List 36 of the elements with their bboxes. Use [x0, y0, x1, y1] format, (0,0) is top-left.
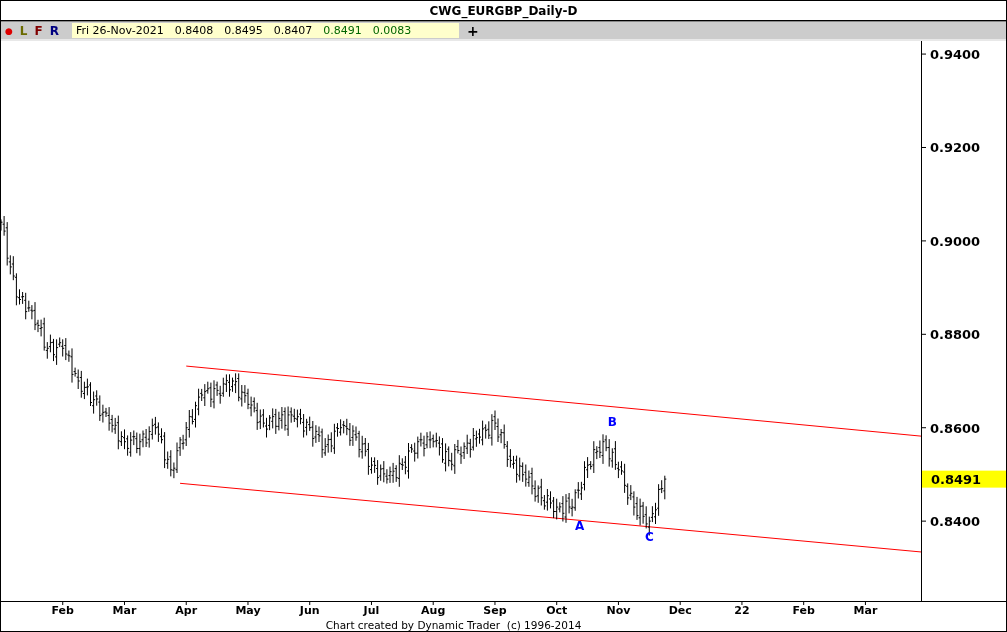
quote-value: 0.0083	[372, 24, 412, 37]
date-axis-label: Dec	[668, 604, 692, 617]
price-axis-label: 0.8800	[930, 327, 981, 343]
wave-label: A	[574, 519, 585, 533]
date-axis-label: Jun	[299, 604, 320, 617]
quote-value: 0.8407	[273, 24, 313, 37]
credit-text: Chart created by Dynamic Trader (c) 1996-2014	[325, 619, 582, 631]
wave-label: B	[607, 415, 617, 430]
date-axis-label: Apr	[175, 604, 198, 617]
price-axis-label: 0.8600	[930, 420, 981, 436]
quote-value: 0.8491	[323, 24, 362, 37]
date-axis-label: Sep	[483, 604, 507, 617]
toolbar-button[interactable]: L	[19, 23, 28, 38]
wave-label: C	[644, 529, 654, 544]
date-axis-label: Feb	[51, 604, 74, 617]
quote-date: Fri 26-Nov-2021	[76, 24, 164, 37]
price-tag: 0.8491	[922, 470, 1006, 488]
price-axis-label: 0.8400	[930, 514, 981, 530]
date-axis-label: Jul	[363, 604, 380, 617]
date-axis-label: May	[235, 604, 261, 617]
date-axis-label: Oct	[546, 604, 568, 617]
toolbar-button[interactable]: R	[49, 23, 59, 38]
quote-value: 0.8495	[224, 24, 263, 37]
date-axis-label: Mar	[853, 604, 878, 617]
date-axis-label: Feb	[792, 604, 815, 617]
date-axis-label: Nov	[606, 604, 631, 617]
price-axis-label: 0.9400	[930, 47, 981, 63]
date-axis-label: Mar	[112, 604, 137, 617]
date-axis-label: Aug	[421, 604, 446, 617]
window-title: CWG_EURGBP_Daily-D	[429, 3, 578, 18]
date-axis-label: 22	[734, 604, 750, 617]
price-axis-label: 0.9200	[930, 140, 981, 156]
price-axis-label: 0.9000	[930, 233, 981, 249]
add-button[interactable]: +	[467, 23, 479, 38]
quote-value: 0.8408	[174, 24, 214, 37]
toolbar-button[interactable]: F	[34, 23, 43, 38]
